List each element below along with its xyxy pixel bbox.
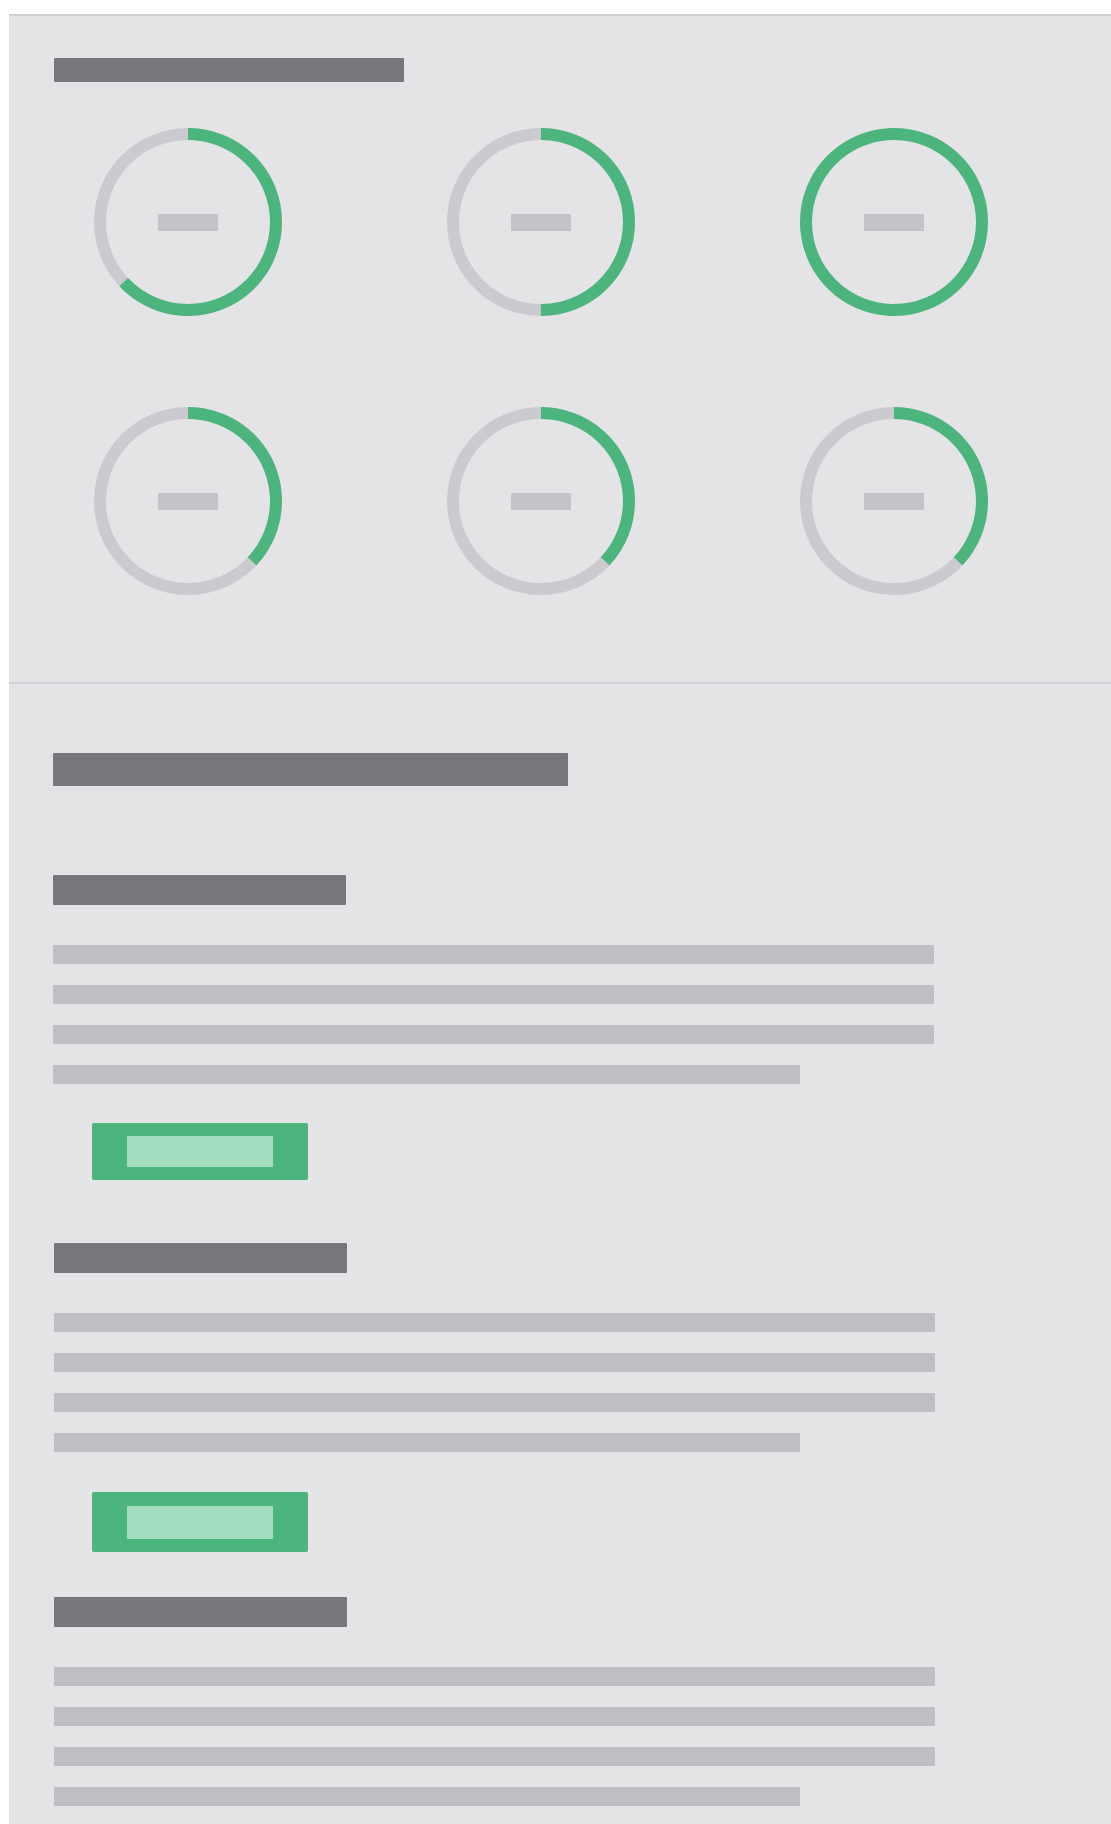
section-1-text-line-2 [53, 985, 934, 1004]
progress-gauge-6 [797, 404, 991, 598]
section-1-text-line-1 [53, 945, 934, 964]
section-1-heading [53, 875, 346, 905]
section-1-text-line-4 [53, 1065, 800, 1084]
page-frame [9, 14, 1111, 1824]
panel-divider [9, 682, 1111, 684]
content-panel-title [53, 753, 568, 786]
gauge-value-placeholder [864, 214, 924, 231]
section-1-text-line-3 [53, 1025, 934, 1044]
section-2-button-label-placeholder [127, 1506, 273, 1539]
progress-gauge-2 [444, 125, 638, 319]
section-2-text-line-1 [54, 1313, 935, 1332]
section-3-text-line-3 [54, 1747, 935, 1766]
gauges-panel-title [54, 58, 404, 82]
section-2-heading [54, 1243, 347, 1273]
section-2-text-line-2 [54, 1353, 935, 1372]
gauge-value-placeholder [158, 214, 218, 231]
section-2-text-line-3 [54, 1393, 935, 1412]
section-1-button-label-placeholder [127, 1136, 273, 1167]
progress-gauge-4 [91, 404, 285, 598]
gauge-value-placeholder [511, 493, 571, 510]
gauge-value-placeholder [864, 493, 924, 510]
progress-gauge-3 [797, 125, 991, 319]
section-1-action-button[interactable] [92, 1123, 308, 1180]
section-2-text-line-4 [54, 1433, 800, 1452]
section-3-text-line-4 [54, 1787, 800, 1806]
gauge-value-placeholder [158, 493, 218, 510]
section-3-text-line-1 [54, 1667, 935, 1686]
section-3-heading [54, 1597, 347, 1627]
progress-gauge-1 [91, 125, 285, 319]
progress-gauge-5 [444, 404, 638, 598]
section-3-text-line-2 [54, 1707, 935, 1726]
gauge-value-placeholder [511, 214, 571, 231]
section-2-action-button[interactable] [92, 1492, 308, 1552]
